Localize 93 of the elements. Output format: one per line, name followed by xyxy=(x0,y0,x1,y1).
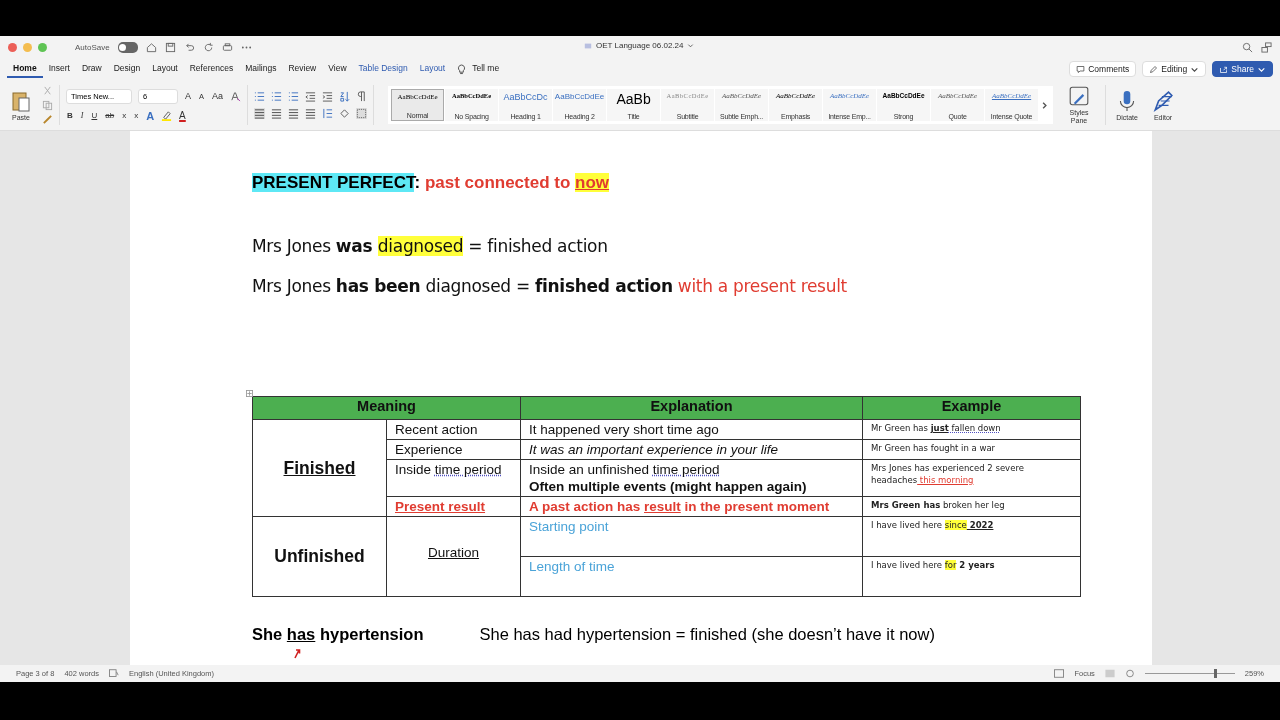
save-icon[interactable] xyxy=(164,41,176,53)
autosave-label: AutoSave xyxy=(75,42,110,52)
print-icon[interactable] xyxy=(221,41,233,53)
align-icon[interactable] xyxy=(288,108,300,119)
format-button[interactable]: U xyxy=(90,111,99,120)
ribbon-tab[interactable]: Table Design xyxy=(352,60,414,78)
format-button[interactable]: x xyxy=(121,111,128,120)
ribbon-tab[interactable]: Insert xyxy=(42,60,76,78)
table-cell: Recent action xyxy=(386,419,521,440)
arrow-icon xyxy=(292,647,302,659)
table-cell: Mr Green has fought in a war xyxy=(862,439,1081,460)
proofing-icon[interactable] xyxy=(109,669,119,678)
example-sentence: Mrs Jones has been diagnosed = finished action with a present result xyxy=(252,276,848,296)
redo-icon[interactable] xyxy=(202,41,214,53)
table-move-handle-icon[interactable] xyxy=(246,390,253,397)
format-painter-icon[interactable] xyxy=(42,113,53,125)
brush-panel-icon xyxy=(1068,85,1091,108)
editing-button[interactable]: Editing xyxy=(1142,61,1207,77)
table-cell: Mrs Jones has experienced 2 severe headaches this morning xyxy=(862,459,1081,497)
table-cell: Starting point xyxy=(520,516,863,557)
decrease-indent-icon[interactable] xyxy=(305,91,317,102)
list-icon[interactable] xyxy=(271,91,283,102)
window-title[interactable]: OET Language 06.02.24 xyxy=(596,41,684,50)
focus-icon[interactable] xyxy=(1054,669,1065,678)
list-icon[interactable] xyxy=(254,91,266,102)
table-cell: Experience xyxy=(386,439,521,460)
pen-icon xyxy=(1152,89,1175,112)
pencil-icon xyxy=(1149,64,1159,74)
ribbon-tab[interactable]: Mailings xyxy=(239,60,283,78)
table-cell: It was an important experience in your life xyxy=(520,439,863,460)
column-header: Example xyxy=(862,396,1081,420)
ribbon-tab[interactable]: View xyxy=(322,60,353,78)
comment-icon xyxy=(1076,64,1086,74)
pilcrow-icon[interactable] xyxy=(356,91,368,102)
ribbon-tab[interactable]: References xyxy=(183,60,240,78)
autosave-toggle[interactable] xyxy=(117,41,138,53)
column-header: Meaning xyxy=(252,396,521,420)
clipboard-icon xyxy=(10,89,32,112)
format-button[interactable]: x xyxy=(133,111,140,120)
borders-icon[interactable] xyxy=(356,108,368,119)
zoom-button[interactable] xyxy=(38,42,47,52)
table-cell: Mr Green has just fallen down xyxy=(862,419,1081,440)
document-icon xyxy=(584,41,592,50)
table-cell: Duration xyxy=(386,516,521,597)
lightbulb-icon xyxy=(457,63,467,75)
ribbon-tab[interactable]: Design xyxy=(107,60,147,78)
search-icon[interactable] xyxy=(1242,41,1253,53)
table-cell: Mrs Green has broken her leg xyxy=(862,496,1081,517)
column-header: Explanation xyxy=(520,396,863,420)
list-icon[interactable] xyxy=(288,91,300,102)
format-button[interactable]: ab xyxy=(104,111,116,120)
table-cell: A past action has result in the present moment xyxy=(520,496,863,517)
home-icon[interactable] xyxy=(145,41,157,53)
align-icon[interactable] xyxy=(254,108,266,119)
table-cell: Finished xyxy=(252,419,387,517)
align-icon[interactable] xyxy=(271,108,283,119)
font-color-button[interactable]: A xyxy=(178,110,187,121)
caret-icon[interactable] xyxy=(687,42,695,49)
table-cell: Inside an unfinished time period Often multiple events (might happen again) xyxy=(520,459,863,497)
format-button[interactable]: B xyxy=(66,111,74,120)
change-case-button[interactable]: Aa xyxy=(211,91,225,101)
highlighter-icon[interactable] xyxy=(161,110,173,121)
clear-formatting-icon[interactable] xyxy=(230,90,242,102)
copy-icon[interactable] xyxy=(42,99,53,111)
shading-icon[interactable] xyxy=(339,108,351,119)
close-button[interactable] xyxy=(8,42,17,52)
table-cell: Present result xyxy=(386,496,521,517)
align-icon[interactable] xyxy=(305,108,317,119)
share-icon xyxy=(1219,64,1229,74)
share-button[interactable]: Share xyxy=(1212,61,1273,77)
sentence: She has had hypertension = finished (she doesn’t have it now) xyxy=(479,625,935,644)
comments-button[interactable]: Comments xyxy=(1069,61,1137,77)
ribbon-tab[interactable]: Draw xyxy=(75,60,108,78)
ribbon-tab[interactable]: Review xyxy=(282,60,323,78)
slider-thumb[interactable] xyxy=(1214,669,1217,678)
ribbon-tab[interactable]: Home xyxy=(7,60,43,78)
tell-me-field[interactable]: Tell me xyxy=(466,60,506,78)
ribbon-tab[interactable]: Layout xyxy=(146,60,184,78)
grow-font-button[interactable]: A xyxy=(184,91,192,101)
increase-indent-icon[interactable] xyxy=(322,91,334,102)
sort-icon[interactable] xyxy=(339,91,351,102)
table-cell: I have lived here since 2022 xyxy=(862,516,1081,557)
format-button[interactable]: I xyxy=(79,111,85,120)
sentence: She has hypertension xyxy=(252,625,424,644)
web-layout-icon[interactable] xyxy=(1124,669,1135,678)
example-sentence: Mrs Jones was diagnosed = finished action xyxy=(252,236,609,256)
text-effects-button[interactable]: A xyxy=(145,109,156,122)
table-cell: Inside time period xyxy=(386,459,521,497)
table-cell: Length of time xyxy=(520,556,863,597)
table-cell: Unfinished xyxy=(252,516,387,597)
table-cell: It happened very short time ago xyxy=(520,419,863,440)
ribbon-tab[interactable]: Layout xyxy=(413,60,452,78)
line-spacing-icon[interactable] xyxy=(322,108,334,119)
